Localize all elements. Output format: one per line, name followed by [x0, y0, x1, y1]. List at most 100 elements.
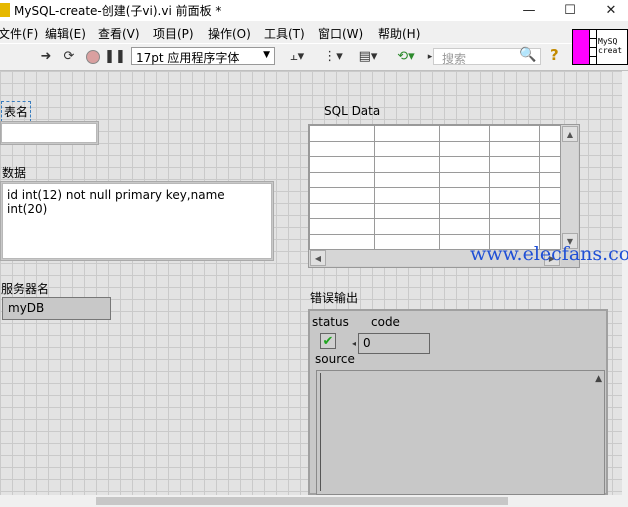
code-label: code — [371, 315, 400, 329]
server-name-label: 服务器名 — [1, 282, 50, 296]
table-row — [308, 202, 561, 219]
vi-connector-icon[interactable]: MySQ creat — [572, 29, 628, 65]
table-name-label[interactable]: 表名 — [1, 101, 32, 122]
table-cell[interactable] — [308, 125, 376, 142]
table-row — [308, 218, 561, 235]
error-out-label: 错误输出 — [310, 291, 359, 305]
table-row — [308, 187, 561, 204]
table-cell[interactable] — [374, 140, 440, 157]
table-cell[interactable] — [308, 218, 376, 235]
table-cell[interactable] — [374, 171, 440, 188]
reorder-icon[interactable]: ⟲▾ — [392, 47, 420, 66]
help-icon[interactable]: ? — [550, 46, 559, 64]
data-label: 数据 — [2, 166, 27, 180]
table-cell[interactable] — [438, 156, 490, 173]
search-icon[interactable]: 🔍 — [519, 47, 536, 63]
code-indicator[interactable]: 0 — [358, 333, 430, 354]
horizontal-scrollbar-thumb[interactable] — [96, 497, 508, 505]
chevron-down-icon: ▼ — [263, 50, 270, 60]
maximize-icon[interactable]: ☐ — [550, 0, 590, 20]
table-cell[interactable] — [539, 125, 561, 142]
menu-window[interactable]: 窗口(W) — [318, 25, 363, 42]
table-cell[interactable] — [438, 187, 490, 204]
vi-icon-text-line1: MySQ — [598, 37, 618, 46]
menu-operate[interactable]: 操作(O) — [208, 25, 251, 42]
table-name-input[interactable] — [1, 123, 97, 143]
table-cell[interactable] — [539, 202, 561, 219]
align-icon[interactable]: ⫠▾ — [284, 47, 310, 66]
table-row — [308, 125, 561, 142]
table-cell[interactable] — [308, 233, 376, 250]
menu-tools[interactable]: 工具(T) — [264, 25, 305, 42]
status-indicator[interactable]: ✔ — [320, 333, 336, 349]
table-vertical-scrollbar[interactable] — [561, 125, 578, 250]
sql-data-table[interactable] — [308, 125, 561, 250]
run-arrow-icon[interactable]: ➜ — [38, 47, 54, 66]
table-cell[interactable] — [308, 156, 376, 173]
distribute-icon[interactable]: ⋮▾ — [320, 47, 346, 66]
checkmark-icon: ✔ — [322, 333, 334, 349]
source-indicator[interactable]: ▲ — [316, 370, 605, 495]
table-cell[interactable] — [374, 187, 440, 204]
table-cell[interactable] — [539, 218, 561, 235]
resize-icon[interactable]: ▤▾ — [354, 47, 382, 66]
data-textarea[interactable]: id int(12) not null primary key,name int… — [2, 183, 272, 259]
table-cell[interactable] — [539, 171, 561, 188]
table-row — [308, 171, 561, 188]
table-cell[interactable] — [438, 218, 490, 235]
menu-edit[interactable]: 编辑(E) — [45, 25, 86, 42]
server-name-input[interactable]: myDB — [2, 297, 111, 320]
table-cell[interactable] — [539, 156, 561, 173]
table-cell[interactable] — [438, 140, 490, 157]
table-cell[interactable] — [488, 140, 541, 157]
sql-data-label: SQL Data — [324, 104, 381, 118]
table-cell[interactable] — [438, 171, 490, 188]
table-cell[interactable] — [438, 125, 490, 142]
font-selector-value: 17pt 应用程序字体 — [136, 51, 240, 65]
menu-project[interactable]: 项目(P) — [153, 25, 194, 42]
numeric-increment-icon[interactable]: ◂ — [352, 339, 356, 348]
menu-bar: 文件(F) 编辑(E) 查看(V) 项目(P) 操作(O) 工具(T) 窗口(W… — [0, 21, 628, 43]
abort-icon[interactable] — [85, 47, 101, 66]
table-cell[interactable] — [308, 202, 376, 219]
table-cell[interactable] — [308, 140, 376, 157]
window-title: MySQL-create-创建(子vi).vi 前面板 * — [14, 4, 222, 18]
vertical-scrollbar[interactable] — [622, 71, 628, 495]
table-cell[interactable] — [488, 202, 541, 219]
table-cell[interactable] — [374, 233, 440, 250]
table-cell[interactable] — [488, 187, 541, 204]
source-label: source — [315, 352, 355, 366]
vi-icon-magenta-block — [573, 30, 589, 64]
table-cell[interactable] — [374, 202, 440, 219]
menu-file[interactable]: 文件(F) — [0, 25, 38, 42]
table-cell[interactable] — [488, 125, 541, 142]
minimize-icon[interactable]: — — [509, 0, 549, 20]
menu-view[interactable]: 查看(V) — [98, 25, 140, 42]
table-row — [308, 156, 561, 173]
table-cell[interactable] — [308, 171, 376, 188]
table-cell[interactable] — [308, 187, 376, 204]
run-continuous-icon[interactable]: ⟳ — [60, 47, 78, 66]
menu-help[interactable]: 帮助(H) — [378, 25, 420, 42]
table-row — [308, 140, 561, 157]
table-cell[interactable] — [488, 218, 541, 235]
table-cell[interactable] — [374, 156, 440, 173]
source-text-cursor — [320, 373, 321, 491]
table-cell[interactable] — [539, 187, 561, 204]
vi-icon-text: MySQ creat — [598, 37, 622, 55]
font-selector[interactable]: 17pt 应用程序字体 ▼ — [131, 47, 275, 65]
close-icon[interactable]: ✕ — [591, 0, 628, 20]
scroll-up-icon[interactable]: ▲ — [562, 126, 578, 142]
scroll-left-icon[interactable]: ◀ — [310, 250, 326, 266]
table-cell[interactable] — [374, 125, 440, 142]
vi-icon-connector-grid — [589, 30, 597, 64]
table-cell[interactable] — [488, 156, 541, 173]
pause-icon[interactable]: ❚❚ — [104, 47, 126, 66]
table-cell[interactable] — [374, 218, 440, 235]
table-cell[interactable] — [438, 202, 490, 219]
source-scroll-up-icon[interactable]: ▲ — [595, 374, 602, 384]
labview-app-icon — [0, 3, 10, 17]
table-cell[interactable] — [488, 171, 541, 188]
table-cell[interactable] — [539, 140, 561, 157]
toolbar: ➜ ⟳ ❚❚ 17pt 应用程序字体 ▼ ⫠▾ ⋮▾ ▤▾ ⟲▾ ▸ 搜索 🔍 … — [0, 44, 628, 71]
